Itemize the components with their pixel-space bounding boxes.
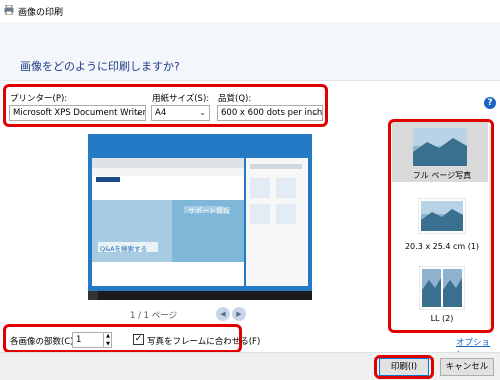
printer-select-value: Microsoft XPS Document Writer [13,108,146,118]
preview-banner-text: サポート情報 [188,207,230,215]
preview-search-text: Q&Aを検索する [100,245,148,253]
printer-label: プリンター(P): [10,94,68,104]
print-button[interactable]: 印刷(I) [379,358,429,376]
printer-select[interactable]: Microsoft XPS Document Writer ⌄ [9,105,146,121]
chevron-down-icon: ⌄ [312,108,319,117]
copies-value: 1 [76,335,82,345]
print-preview: サポート情報 Q&Aを検索する [88,134,312,300]
fit-checkbox[interactable]: ✓ [133,334,144,345]
spin-down-icon: ▼ [106,341,110,347]
window-title: 画像の印刷 [18,8,64,18]
printer-app-icon [4,5,14,15]
arrow-right-icon: ▶ [236,310,242,318]
header-divider [0,80,500,81]
quality-label: 品質(Q): [218,94,252,104]
spin-up-icon: ▲ [106,333,110,339]
cancel-button[interactable]: キャンセル [440,358,494,376]
layout-list-highlight [388,119,494,333]
arrow-left-icon: ◀ [220,310,226,318]
quality-value: 600 x 600 dots per inch [221,108,323,118]
paper-size-label: 用紙サイズ(S): [152,94,210,104]
page-indicator: 1 / 1 ページ [130,311,178,321]
help-icon[interactable]: ? [484,97,496,109]
paper-size-select[interactable]: A4 ⌄ [151,105,210,121]
dialog-question: 画像をどのように印刷しますか? [20,60,180,73]
chevron-down-icon: ⌄ [135,108,142,117]
next-page-button[interactable]: ▶ [232,307,246,321]
title-bar: 画像の印刷 [0,0,500,22]
check-icon: ✓ [134,334,143,344]
quality-select[interactable]: 600 x 600 dots per inch ⌄ [217,105,323,121]
preview-screenshot-image [88,134,312,300]
fit-label: 写真をフレームに合わせる(F) [147,337,261,347]
chevron-down-icon: ⌄ [199,108,206,117]
copies-label: 各画像の部数(C): [10,337,77,347]
paper-size-value: A4 [155,108,167,118]
copies-spinner[interactable]: ▲ ▼ [103,332,112,348]
previous-page-button[interactable]: ◀ [216,307,230,321]
